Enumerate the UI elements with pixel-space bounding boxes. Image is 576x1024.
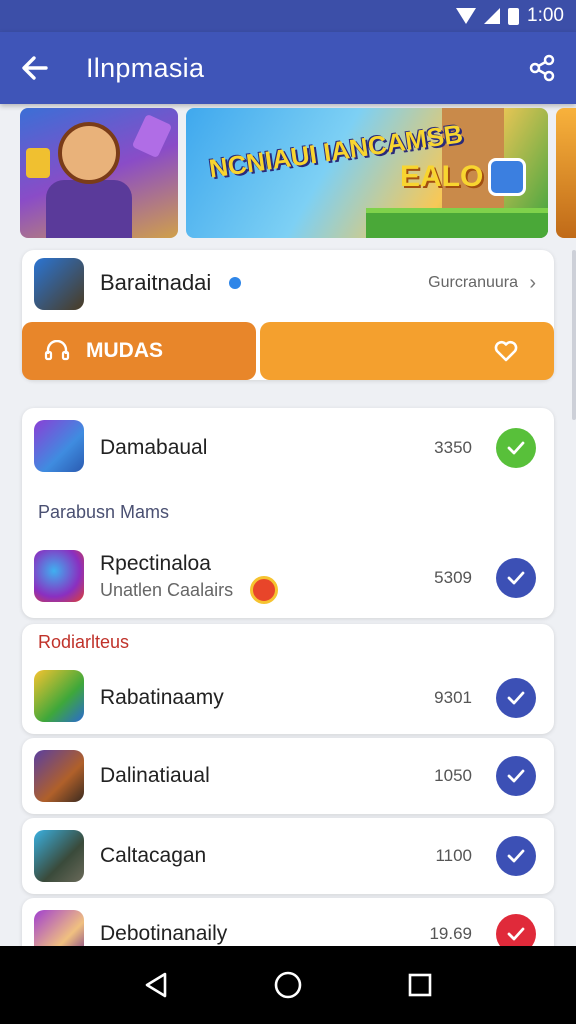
app-name: Rabatinaamy [100, 686, 224, 709]
app-count: 9301 [434, 688, 472, 707]
check-icon[interactable] [496, 678, 536, 718]
app-name: Rpectinaloa [100, 552, 211, 575]
favorite-button[interactable] [260, 322, 554, 380]
app-name: Caltacagan [100, 844, 207, 867]
app-name: Dalinatiaual [100, 764, 210, 787]
featured-app-row[interactable]: Baraitnadai Gurcranuura › [22, 250, 554, 318]
chevron-right-icon: › [529, 272, 536, 294]
battery-icon [508, 7, 520, 25]
mudas-button[interactable]: MUDAS [22, 322, 256, 380]
square-recents-icon [408, 973, 432, 997]
trophy-icon [26, 148, 50, 178]
page-title: Ilnpmasia [86, 52, 205, 83]
app-list-card: Rodiarlteus Rabatinaamy 9301 [22, 624, 554, 734]
app-subtitle: Unatlen Caalairs [100, 580, 234, 600]
app-name: Damabaual [100, 436, 208, 459]
featured-app-name: Baraitnadai [100, 270, 212, 295]
section-header: Parabusn Mams [38, 502, 170, 522]
status-time: 1:00 [527, 5, 564, 26]
section-header: Rodiarlteus [38, 632, 130, 652]
app-icon [34, 830, 84, 882]
app-icon [34, 420, 84, 472]
nav-home-button[interactable] [268, 965, 308, 1005]
check-icon[interactable] [496, 558, 536, 598]
check-icon[interactable] [496, 756, 536, 796]
app-count: 1050 [434, 766, 472, 785]
banner-partial[interactable] [556, 108, 576, 238]
back-button[interactable] [0, 32, 70, 104]
share-button[interactable] [524, 50, 560, 86]
app-list-card: Damabaual 3350 Parabusn Mams Rpectinaloa… [22, 408, 554, 618]
featured-link[interactable]: Gurcranuura [428, 274, 518, 292]
scrollbar[interactable] [572, 250, 576, 420]
heart-icon [494, 340, 518, 362]
hero-illustration [46, 180, 132, 238]
list-item[interactable]: Rabatinaamy 9301 [22, 658, 554, 734]
check-icon[interactable] [496, 836, 536, 876]
share-icon [529, 54, 555, 82]
app-count: 5309 [434, 568, 472, 587]
emoji-icon [250, 576, 278, 604]
arrow-left-icon [22, 56, 48, 80]
triangle-back-icon [145, 972, 167, 998]
headset-icon [44, 340, 70, 362]
app-icon [34, 550, 84, 602]
hero-face [58, 122, 120, 184]
action-row: MUDAS [22, 322, 554, 380]
nav-back-button[interactable] [136, 965, 176, 1005]
app-bar: Ilnpmasia [0, 32, 576, 104]
app-count: 1100 [435, 846, 472, 865]
status-bar: 1:00 [0, 0, 576, 32]
check-icon[interactable] [496, 428, 536, 468]
list-item[interactable]: Rpectinaloa Unatlen Caalairs 5309 [22, 538, 554, 616]
banner-hero[interactable] [20, 108, 178, 238]
app-icon [34, 670, 84, 722]
app-icon [34, 750, 84, 802]
signal-icon [484, 8, 501, 24]
wifi-icon [456, 8, 477, 24]
list-item[interactable]: Damabaual 3350 [22, 408, 554, 486]
nav-recents-button[interactable] [400, 965, 440, 1005]
list-item[interactable]: Dalinatiaual 1050 [22, 738, 554, 814]
verified-icon [229, 277, 241, 289]
app-count: 19.69 [429, 924, 472, 943]
app-count: 3350 [434, 438, 472, 457]
list-item[interactable]: Caltacagan 1100 [22, 818, 554, 894]
circle-home-icon [274, 971, 302, 999]
ground-illustration [366, 208, 548, 238]
play-badge-icon [488, 158, 526, 196]
system-nav-bar [0, 946, 576, 1024]
featured-app-icon [34, 258, 84, 310]
gem-icon [131, 113, 173, 159]
banner-game[interactable]: NCNIAUI IANCAMSB EALO [186, 108, 548, 238]
featured-card: Baraitnadai Gurcranuura › MUDAS [22, 250, 554, 380]
banner-brand-text: EALO [400, 160, 484, 193]
banner-carousel[interactable]: NCNIAUI IANCAMSB EALO [20, 108, 576, 238]
app-name: Debotinanaily [100, 922, 228, 945]
mudas-button-label: MUDAS [86, 339, 163, 362]
